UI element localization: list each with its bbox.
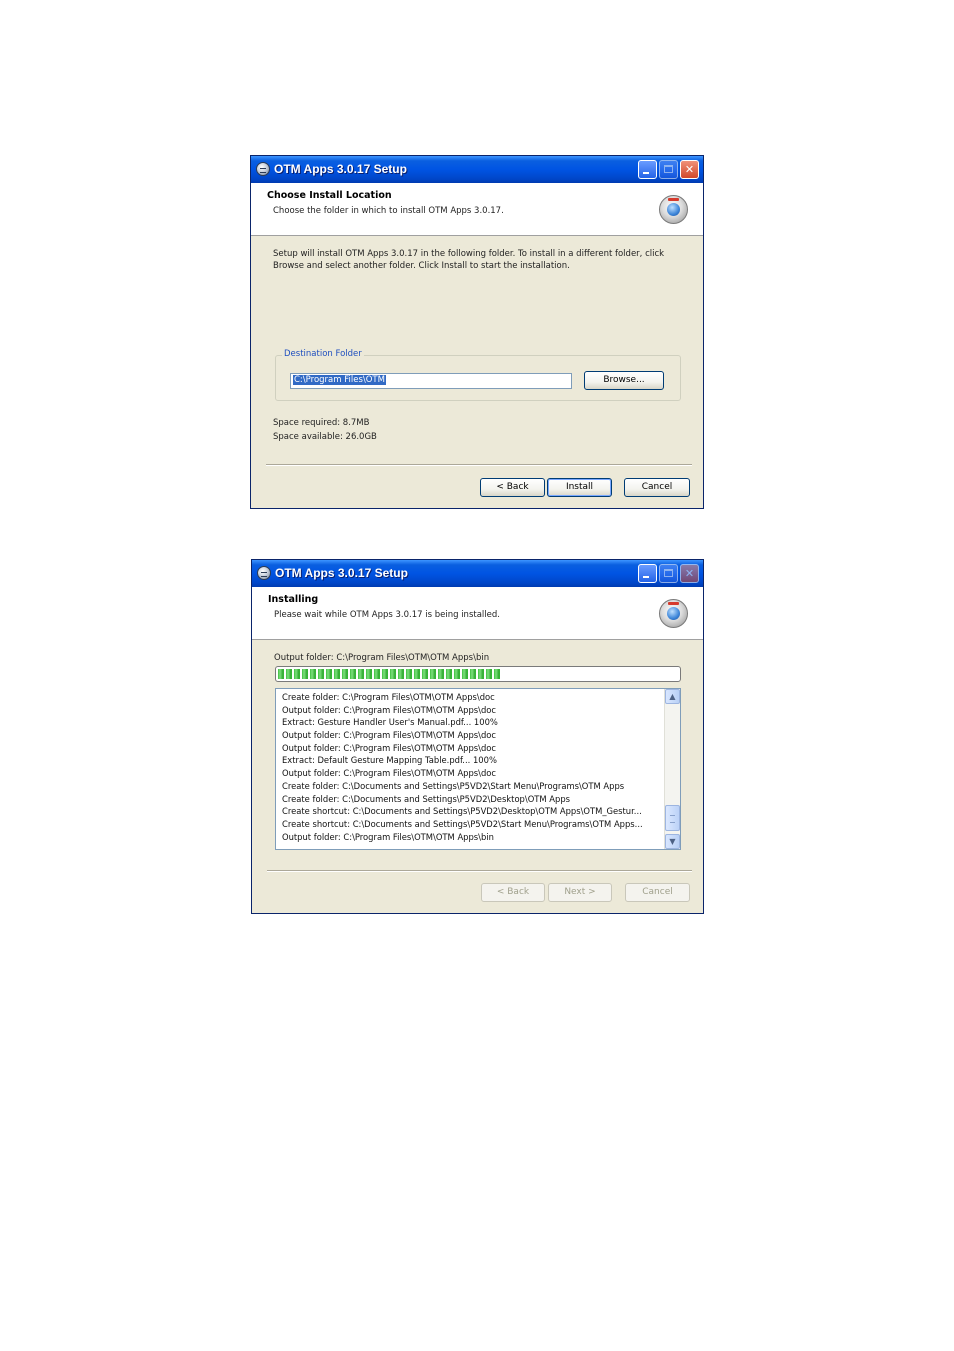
destination-folder-label: Destination Folder	[282, 349, 364, 359]
install-log-lines: Create folder: C:\Program Files\OTM\OTM …	[282, 691, 660, 843]
log-line: Output folder: C:\Program Files\OTM\OTM …	[282, 831, 494, 842]
back-button[interactable]: < Back	[480, 478, 545, 497]
log-scrollbar[interactable]: ▲ ▼	[664, 689, 680, 849]
description-line-1: Setup will install OTM Apps 3.0.17 in th…	[273, 249, 665, 259]
browse-button[interactable]: Browse...	[584, 371, 664, 390]
log-line: Output folder: C:\Program Files\OTM\OTM …	[282, 730, 497, 741]
cancel-button-label: Cancel	[641, 482, 673, 492]
log-line: Extract: Gesture Handler User's Manual.p…	[282, 717, 498, 728]
install-progress-fill	[278, 669, 502, 679]
wizard-header: Installing Please wait while OTM Apps 3.…	[252, 587, 703, 640]
log-line: Output folder: C:\Program Files\OTM\OTM …	[282, 704, 497, 715]
install-log[interactable]: Create folder: C:\Program Files\OTM\OTM …	[275, 688, 681, 850]
footer-separator	[266, 464, 692, 466]
page-subtitle: Choose the folder in which to install OT…	[273, 206, 504, 216]
title-bar[interactable]: OTM Apps 3.0.17 Setup ✕	[251, 156, 703, 183]
install-status: Output folder: C:\Program Files\OTM\OTM …	[274, 653, 490, 663]
minimize-icon	[643, 172, 649, 174]
install-progress-bar	[275, 666, 681, 682]
app-icon	[256, 162, 270, 176]
space-required: Space required: 8.7MB	[273, 418, 370, 428]
setup-window-installing: OTM Apps 3.0.17 Setup ✕ Installing Pleas…	[251, 559, 704, 914]
page-subtitle: Please wait while OTM Apps 3.0.17 is bei…	[274, 610, 500, 620]
log-line: Create folder: C:\Documents and Settings…	[282, 793, 571, 804]
browse-button-label: Browse...	[603, 375, 645, 385]
back-button-label: < Back	[496, 887, 530, 897]
space-available: Space available: 26.0GB	[273, 432, 377, 442]
log-line: Create shortcut: C:\Documents and Settin…	[282, 818, 643, 829]
scroll-up-button[interactable]: ▲	[665, 689, 680, 704]
back-button-label: < Back	[496, 482, 529, 492]
scroll-down-icon: ▼	[669, 837, 676, 846]
close-icon: ✕	[684, 163, 695, 176]
title-bar[interactable]: OTM Apps 3.0.17 Setup ✕	[252, 560, 703, 587]
destination-folder-group: Destination Folder C:\Program Files\OTM …	[275, 349, 681, 401]
log-line: Output folder: C:\Program Files\OTM\OTM …	[282, 768, 497, 779]
log-line: Create shortcut: C:\Documents and Settin…	[282, 806, 642, 817]
maximize-button	[659, 564, 678, 583]
footer-separator	[267, 870, 692, 872]
setup-window-choose-location: OTM Apps 3.0.17 Setup ✕ Choose Install L…	[250, 155, 704, 509]
description-line-2: Browse and select another folder. Click …	[273, 261, 570, 271]
next-button-label: Next >	[564, 887, 596, 897]
install-button-label: Install	[565, 482, 594, 492]
maximize-button	[659, 160, 678, 179]
wizard-header: Choose Install Location Choose the folde…	[251, 183, 703, 236]
page-title: Choose Install Location	[267, 190, 392, 201]
destination-path-input[interactable]: C:\Program Files\OTM	[290, 373, 572, 389]
window-title: OTM Apps 3.0.17 Setup	[275, 566, 408, 580]
close-button: ✕	[680, 564, 699, 583]
install-button[interactable]: Install	[547, 478, 612, 497]
scroll-thumb[interactable]	[665, 805, 680, 831]
installer-badge-icon	[659, 195, 688, 224]
app-icon	[257, 566, 271, 580]
minimize-button[interactable]	[638, 564, 657, 583]
maximize-icon	[664, 165, 673, 173]
scroll-up-icon: ▲	[669, 692, 676, 701]
page-title: Installing	[268, 594, 319, 605]
minimize-icon	[643, 576, 649, 578]
minimize-button[interactable]	[638, 160, 657, 179]
next-button: Next >	[548, 883, 612, 902]
cancel-button[interactable]: Cancel	[624, 478, 690, 497]
log-line: Extract: Default Gesture Mapping Table.p…	[282, 755, 497, 766]
window-title: OTM Apps 3.0.17 Setup	[274, 162, 407, 176]
installer-badge-icon	[659, 599, 688, 628]
log-line: Create folder: C:\Program Files\OTM\OTM …	[282, 692, 495, 702]
scroll-down-button[interactable]: ▼	[665, 834, 680, 849]
log-line: Create folder: C:\Documents and Settings…	[282, 780, 625, 791]
destination-path-value: C:\Program Files\OTM	[293, 375, 386, 385]
cancel-button-label: Cancel	[642, 887, 673, 897]
close-icon: ✕	[684, 567, 695, 580]
cancel-button: Cancel	[625, 883, 690, 902]
log-line: Output folder: C:\Program Files\OTM\OTM …	[282, 742, 497, 753]
back-button: < Back	[481, 883, 545, 902]
close-button[interactable]: ✕	[680, 160, 699, 179]
maximize-icon	[664, 569, 673, 577]
